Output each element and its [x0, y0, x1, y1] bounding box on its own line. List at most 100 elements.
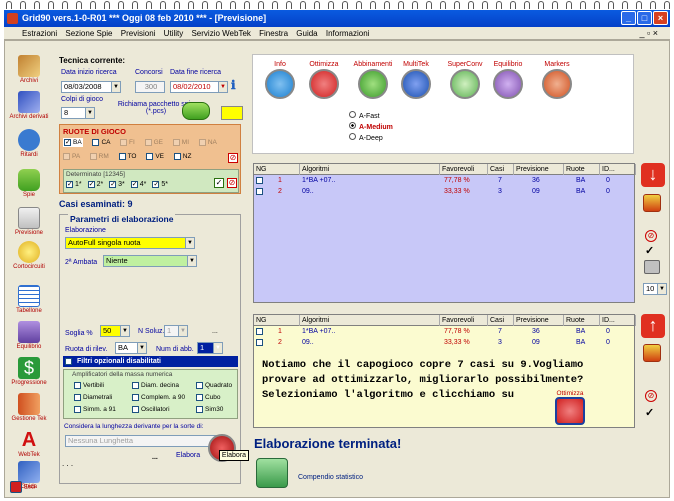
ampl-diametrali[interactable]: Diametrali — [74, 394, 112, 401]
menu-servizio-webtek[interactable]: Servizio WebTek — [191, 29, 250, 38]
menu-sezione-spie[interactable]: Sezione Spie — [65, 29, 112, 38]
ampl-vertibili[interactable]: Vertibili — [74, 382, 104, 389]
ampl-sim30[interactable]: Sim30 — [196, 406, 223, 413]
det-2[interactable]: ✓ 2* — [87, 181, 103, 188]
elaborazione-select[interactable]: AutoFull singola ruota ▼ — [65, 237, 195, 249]
ruota-ve[interactable]: VE — [146, 153, 164, 160]
menu-informazioni[interactable]: Informazioni — [326, 29, 370, 38]
filtri-bar[interactable]: Filtri opzionali disabilitati — [63, 356, 238, 367]
check-all-icon[interactable]: ✓ — [214, 178, 224, 188]
soglia-select[interactable]: 50 ▼ — [100, 325, 130, 337]
tool-info[interactable]: Info — [263, 61, 297, 100]
more-dots[interactable]: ... — [212, 328, 218, 335]
table-row[interactable]: 2 09.. 33,33 % 3 09 BA 0 — [254, 187, 634, 197]
tool-equilibrio[interactable]: Equilibrio — [491, 61, 525, 100]
delete-icon[interactable]: ⊘ — [645, 230, 657, 242]
sidebar-item-progressione[interactable]: $ Progressione — [6, 357, 52, 386]
nsoluz-select[interactable]: 1 ▼ — [164, 325, 188, 337]
ruota-mi[interactable]: MI — [172, 139, 189, 146]
info-icon[interactable]: ℹ — [231, 78, 241, 92]
checkmark-icon[interactable]: ✓ — [645, 406, 654, 419]
colpi-select[interactable]: 8 ▼ — [61, 107, 95, 119]
ruota-rm[interactable]: RM — [89, 153, 109, 160]
sidebar-item-gestione-tek[interactable]: Gestione Tek — [6, 393, 52, 422]
ampl-diam-decina[interactable]: Diam. decina — [132, 382, 179, 389]
nsoluz-label: N Soluz. — [138, 328, 165, 335]
sidebar-item-cortocircuiti[interactable]: Cortocircuiti — [6, 241, 52, 270]
ruota-to[interactable]: TO — [118, 153, 137, 160]
menu-guida[interactable]: Guida — [296, 29, 317, 38]
close-button[interactable]: × — [653, 11, 668, 25]
ruota-ba[interactable]: ✓ BA — [63, 138, 83, 148]
ruota-fi[interactable]: FI — [119, 139, 135, 146]
menu-utility[interactable]: Utility — [164, 29, 184, 38]
clear-det-icon[interactable]: ⊘ — [227, 178, 237, 188]
compendio-label[interactable]: Compendio statistico — [298, 474, 363, 481]
sidebar-item-esci[interactable]: Esci — [6, 481, 52, 493]
table-row[interactable]: 2 09.. 33,33 % 3 09 BA 0 — [254, 338, 634, 348]
bucket-icon[interactable] — [643, 194, 661, 212]
menu-estrazioni[interactable]: Estrazioni — [22, 29, 57, 38]
maximize-button[interactable]: □ — [637, 11, 652, 25]
ruota-ril-select[interactable]: BA ▼ — [115, 342, 147, 354]
clear-ruote-icon[interactable]: ⊘ — [228, 153, 238, 163]
det-5[interactable]: ✓ 5* — [152, 181, 168, 188]
printer-icon[interactable] — [644, 260, 660, 274]
num-abb-select[interactable]: 1 ▼ — [197, 342, 223, 354]
ampl-quadrato[interactable]: Quadrato — [196, 382, 232, 389]
data-inizio-field[interactable]: 08/03/2008 ▼ — [61, 81, 121, 93]
ruota-pa[interactable]: PA — [63, 153, 80, 160]
tool-superconv[interactable]: SuperConv — [445, 61, 485, 100]
delete-icon[interactable]: ⊘ — [645, 390, 657, 402]
tool-abbinamenti[interactable]: Abbinamenti — [351, 61, 395, 100]
yellow-color-swatch[interactable] — [221, 106, 243, 120]
mode-fast[interactable]: A-Fast — [349, 111, 393, 122]
ruota-na[interactable]: NA — [198, 139, 217, 146]
mdi-controls[interactable]: _ ▫ × — [640, 27, 658, 40]
mode-medium[interactable]: A-Medium — [349, 122, 393, 133]
mode-deep[interactable]: A-Deep — [349, 133, 393, 144]
menu-finestra[interactable]: Finestra — [259, 29, 288, 38]
data-fine-field[interactable]: 08/02/2010 ▼ — [170, 81, 228, 93]
table-row[interactable]: 1 1*BA +07.. 77,78 % 7 36 BA 0 — [254, 327, 634, 337]
ampl-simm[interactable]: Simm. a 91 — [74, 406, 116, 413]
ampl-cubo[interactable]: Cubo — [196, 394, 221, 401]
colpi-label: Colpi di gioco — [61, 96, 104, 103]
ottimizza-note-button[interactable]: Ottimizza — [550, 390, 590, 430]
sidebar-item-archivi[interactable]: Archivi — [6, 55, 52, 84]
tool-markers[interactable]: Markers — [537, 61, 577, 100]
det-1[interactable]: ✓ 1* — [66, 181, 82, 188]
minimize-button[interactable]: _ — [621, 11, 636, 25]
tool-multitek[interactable]: MultiTek — [399, 61, 433, 100]
arrow-up-button[interactable]: ↑ — [641, 314, 665, 338]
compendio-icon[interactable] — [256, 458, 288, 488]
det-3[interactable]: ✓ 3* — [109, 181, 125, 188]
spy-tube-icon[interactable] — [182, 102, 210, 120]
elabora-tooltip: Elabora — [219, 450, 249, 461]
ampl-complem[interactable]: Complem. a 90 — [132, 394, 185, 401]
sidebar-item-previsione[interactable]: Previsione — [6, 207, 52, 236]
filtri-checkbox[interactable] — [65, 358, 72, 365]
table-row[interactable]: 1 1*BA +07.. 77,78 % 7 36 BA 0 — [254, 176, 634, 186]
sidebar-item-equilibrio[interactable]: Equilibrio — [6, 321, 52, 350]
ambata-label: 2ª Ambata — [65, 259, 98, 266]
sidebar-item-spie[interactable]: Spie — [6, 169, 52, 198]
sidebar-item-ritardi[interactable]: Ritardi — [6, 129, 52, 158]
sidebar-item-tabellone[interactable]: Tabellone — [6, 285, 52, 314]
sidebar-item-archivi-derivati[interactable]: Archivi derivati — [6, 91, 52, 120]
menu-previsioni[interactable]: Previsioni — [121, 29, 156, 38]
ambata-select[interactable]: Niente ▼ — [103, 255, 197, 267]
tool-ottimizza[interactable]: Ottimizza — [307, 61, 341, 100]
ruota-ge[interactable]: GE — [144, 139, 163, 146]
concorsi-field[interactable]: 300 — [135, 81, 165, 93]
ruota-ca[interactable]: CA — [92, 139, 110, 146]
sidebar-item-webtek[interactable]: A WebTek — [6, 429, 52, 458]
checkmark-icon[interactable]: ✓ — [645, 244, 654, 257]
zoom-select[interactable]: 10 ▼ — [643, 283, 667, 295]
ampl-oscillatori[interactable]: Oscillatori — [132, 406, 170, 413]
ruota-nz[interactable]: NZ — [173, 153, 191, 160]
bucket-icon[interactable] — [643, 344, 661, 362]
det-4[interactable]: ✓ 4* — [130, 181, 146, 188]
arrow-down-button[interactable]: ↓ — [641, 163, 665, 187]
lunghezza-select[interactable]: Nessuna Lunghetta▼ — [65, 435, 225, 447]
